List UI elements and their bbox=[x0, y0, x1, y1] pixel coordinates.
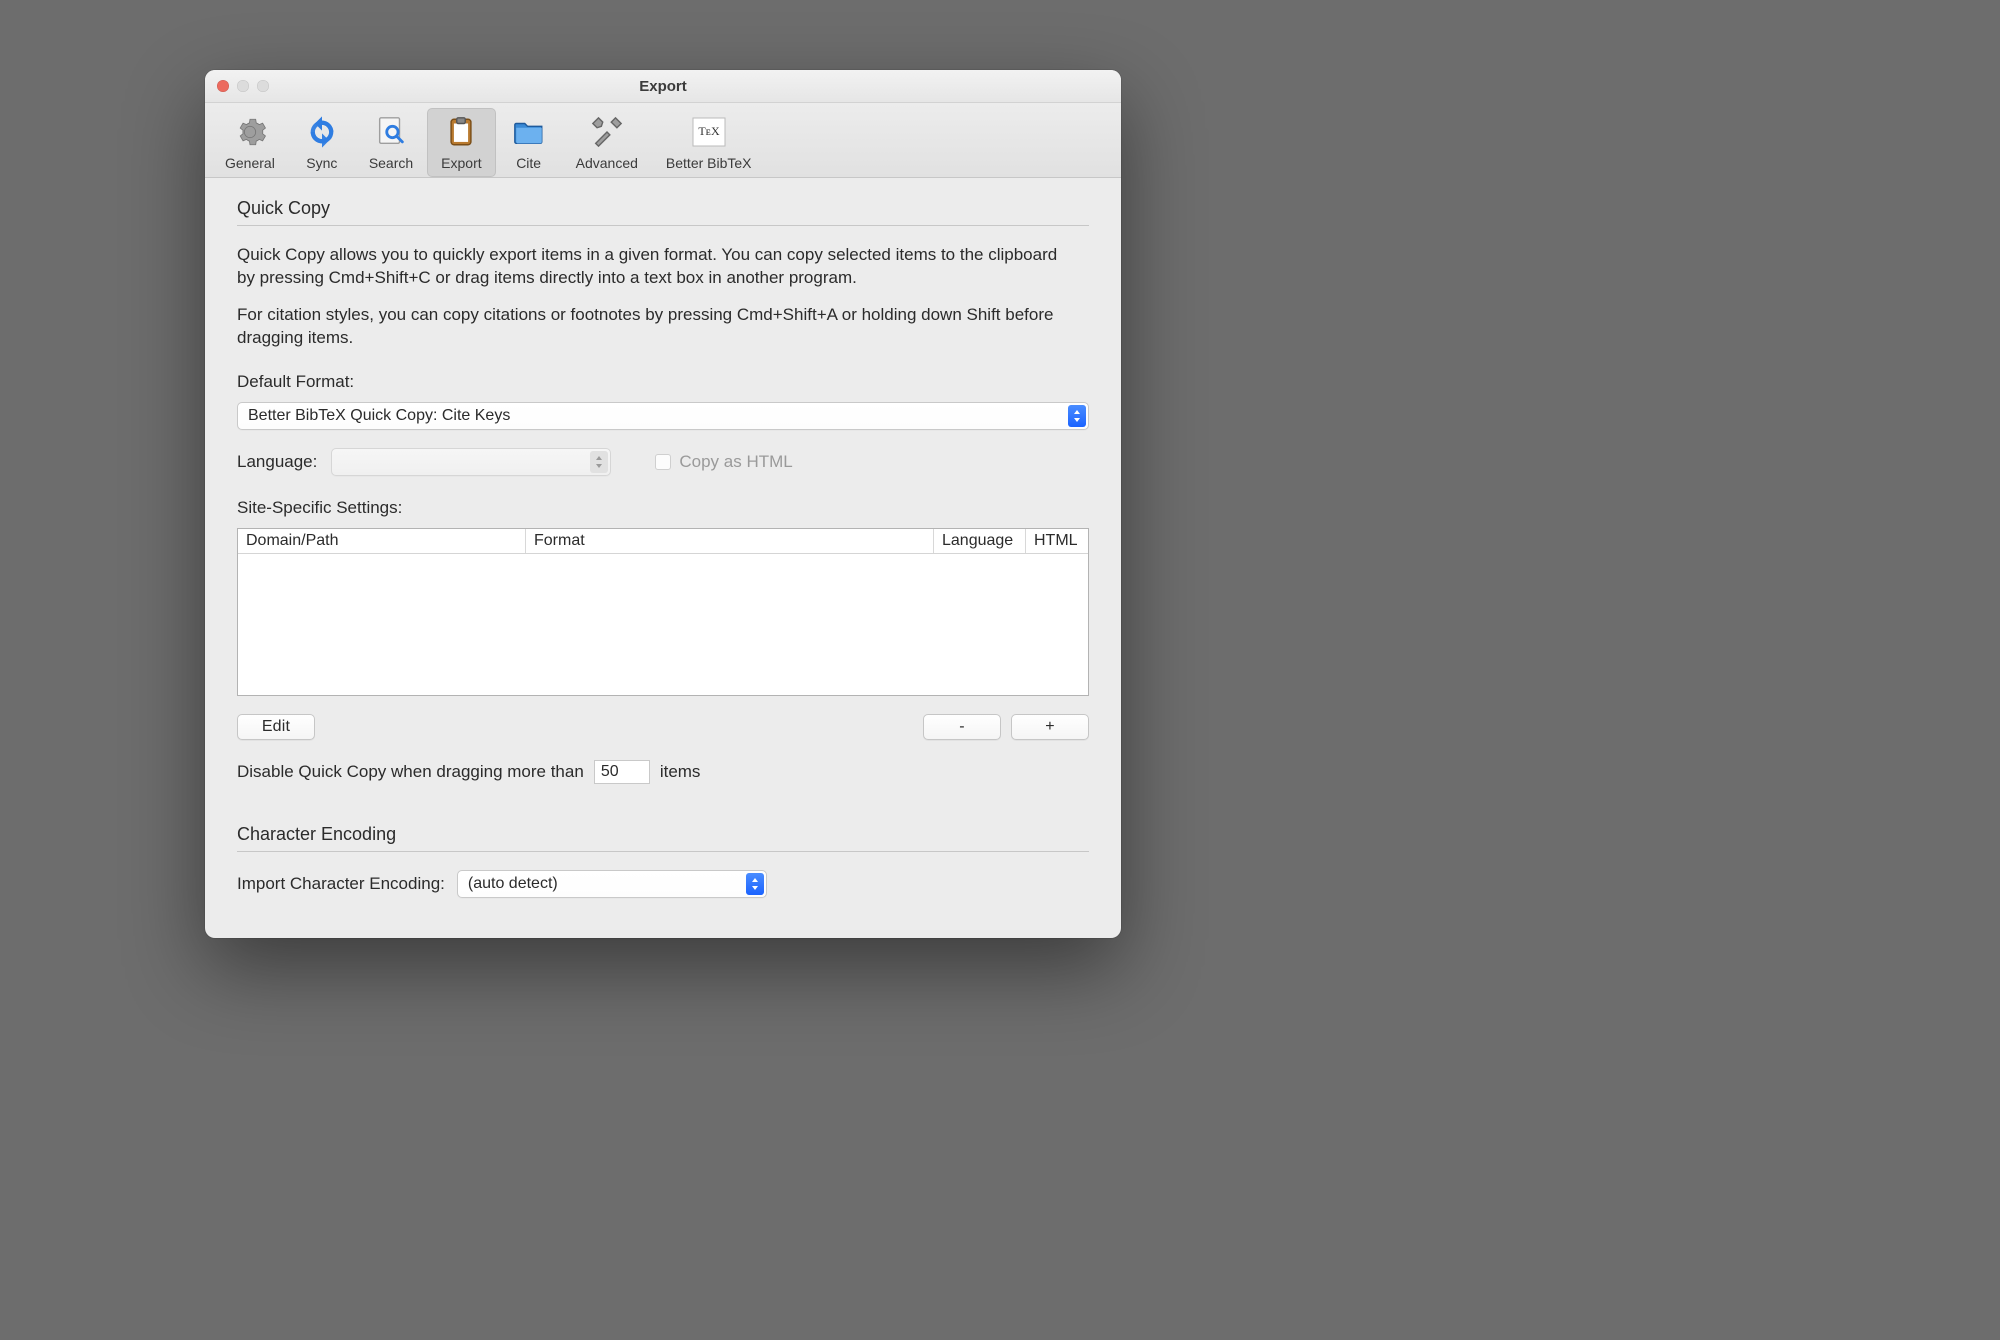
window-title: Export bbox=[205, 78, 1121, 95]
col-html[interactable]: HTML bbox=[1026, 529, 1088, 553]
import-encoding-select[interactable]: (auto detect) bbox=[457, 870, 767, 898]
tab-search[interactable]: Search bbox=[355, 108, 427, 177]
site-specific-label: Site-Specific Settings: bbox=[237, 498, 1089, 518]
zoom-button[interactable] bbox=[257, 80, 269, 92]
tools-icon bbox=[588, 113, 626, 151]
tab-sync[interactable]: Sync bbox=[289, 108, 355, 177]
stepper-icon bbox=[746, 873, 764, 895]
clipboard-icon bbox=[442, 113, 480, 151]
tab-better-bibtex-label: Better BibTeX bbox=[666, 155, 752, 171]
site-specific-table[interactable]: Domain/Path Format Language HTML bbox=[237, 528, 1089, 696]
col-domain[interactable]: Domain/Path bbox=[238, 529, 526, 553]
import-encoding-value: (auto detect) bbox=[468, 875, 558, 893]
default-format-value: Better BibTeX Quick Copy: Cite Keys bbox=[248, 407, 510, 425]
svg-text:TᴇX: TᴇX bbox=[698, 124, 720, 138]
edit-button[interactable]: Edit bbox=[237, 714, 315, 740]
default-format-select[interactable]: Better BibTeX Quick Copy: Cite Keys bbox=[237, 402, 1089, 430]
table-header-row: Domain/Path Format Language HTML bbox=[238, 529, 1088, 554]
minimize-button[interactable] bbox=[237, 80, 249, 92]
traffic-lights bbox=[217, 80, 269, 92]
tab-cite[interactable]: Cite bbox=[496, 108, 562, 177]
tab-export-label: Export bbox=[441, 155, 481, 171]
tab-better-bibtex[interactable]: TᴇX Better BibTeX bbox=[652, 108, 766, 177]
default-format-label: Default Format: bbox=[237, 372, 1089, 392]
character-encoding-heading: Character Encoding bbox=[237, 824, 1089, 852]
quick-copy-description-2: For citation styles, you can copy citati… bbox=[237, 304, 1089, 350]
copy-as-html-checkbox[interactable] bbox=[655, 454, 671, 470]
stepper-icon bbox=[1068, 405, 1086, 427]
copy-as-html-label: Copy as HTML bbox=[679, 452, 792, 472]
search-document-icon bbox=[372, 113, 410, 151]
col-format[interactable]: Format bbox=[526, 529, 934, 553]
tab-search-label: Search bbox=[369, 155, 413, 171]
sync-icon bbox=[303, 113, 341, 151]
add-button[interactable]: + bbox=[1011, 714, 1089, 740]
stepper-icon bbox=[590, 451, 608, 473]
folder-icon bbox=[510, 113, 548, 151]
disable-drag-prefix: Disable Quick Copy when dragging more th… bbox=[237, 762, 584, 782]
quick-copy-heading: Quick Copy bbox=[237, 198, 1089, 226]
disable-drag-suffix: items bbox=[660, 762, 701, 782]
tab-cite-label: Cite bbox=[516, 155, 541, 171]
col-language[interactable]: Language bbox=[934, 529, 1026, 553]
titlebar: Export bbox=[205, 70, 1121, 103]
preferences-toolbar: General Sync Search Export Cite bbox=[205, 103, 1121, 178]
tex-icon: TᴇX bbox=[690, 113, 728, 151]
tab-advanced-label: Advanced bbox=[576, 155, 638, 171]
close-button[interactable] bbox=[217, 80, 229, 92]
tab-general-label: General bbox=[225, 155, 275, 171]
tab-advanced[interactable]: Advanced bbox=[562, 108, 652, 177]
gear-icon bbox=[231, 113, 269, 151]
preferences-window: Export General Sync Search Export bbox=[205, 70, 1121, 938]
remove-button[interactable]: - bbox=[923, 714, 1001, 740]
tab-sync-label: Sync bbox=[306, 155, 337, 171]
content-area: Quick Copy Quick Copy allows you to quic… bbox=[205, 178, 1121, 938]
tab-export[interactable]: Export bbox=[427, 108, 495, 177]
language-select[interactable] bbox=[331, 448, 611, 476]
import-encoding-label: Import Character Encoding: bbox=[237, 874, 445, 894]
quick-copy-description-1: Quick Copy allows you to quickly export … bbox=[237, 244, 1089, 290]
tab-general[interactable]: General bbox=[211, 108, 289, 177]
disable-drag-count-input[interactable]: 50 bbox=[594, 760, 650, 784]
language-label: Language: bbox=[237, 452, 317, 472]
